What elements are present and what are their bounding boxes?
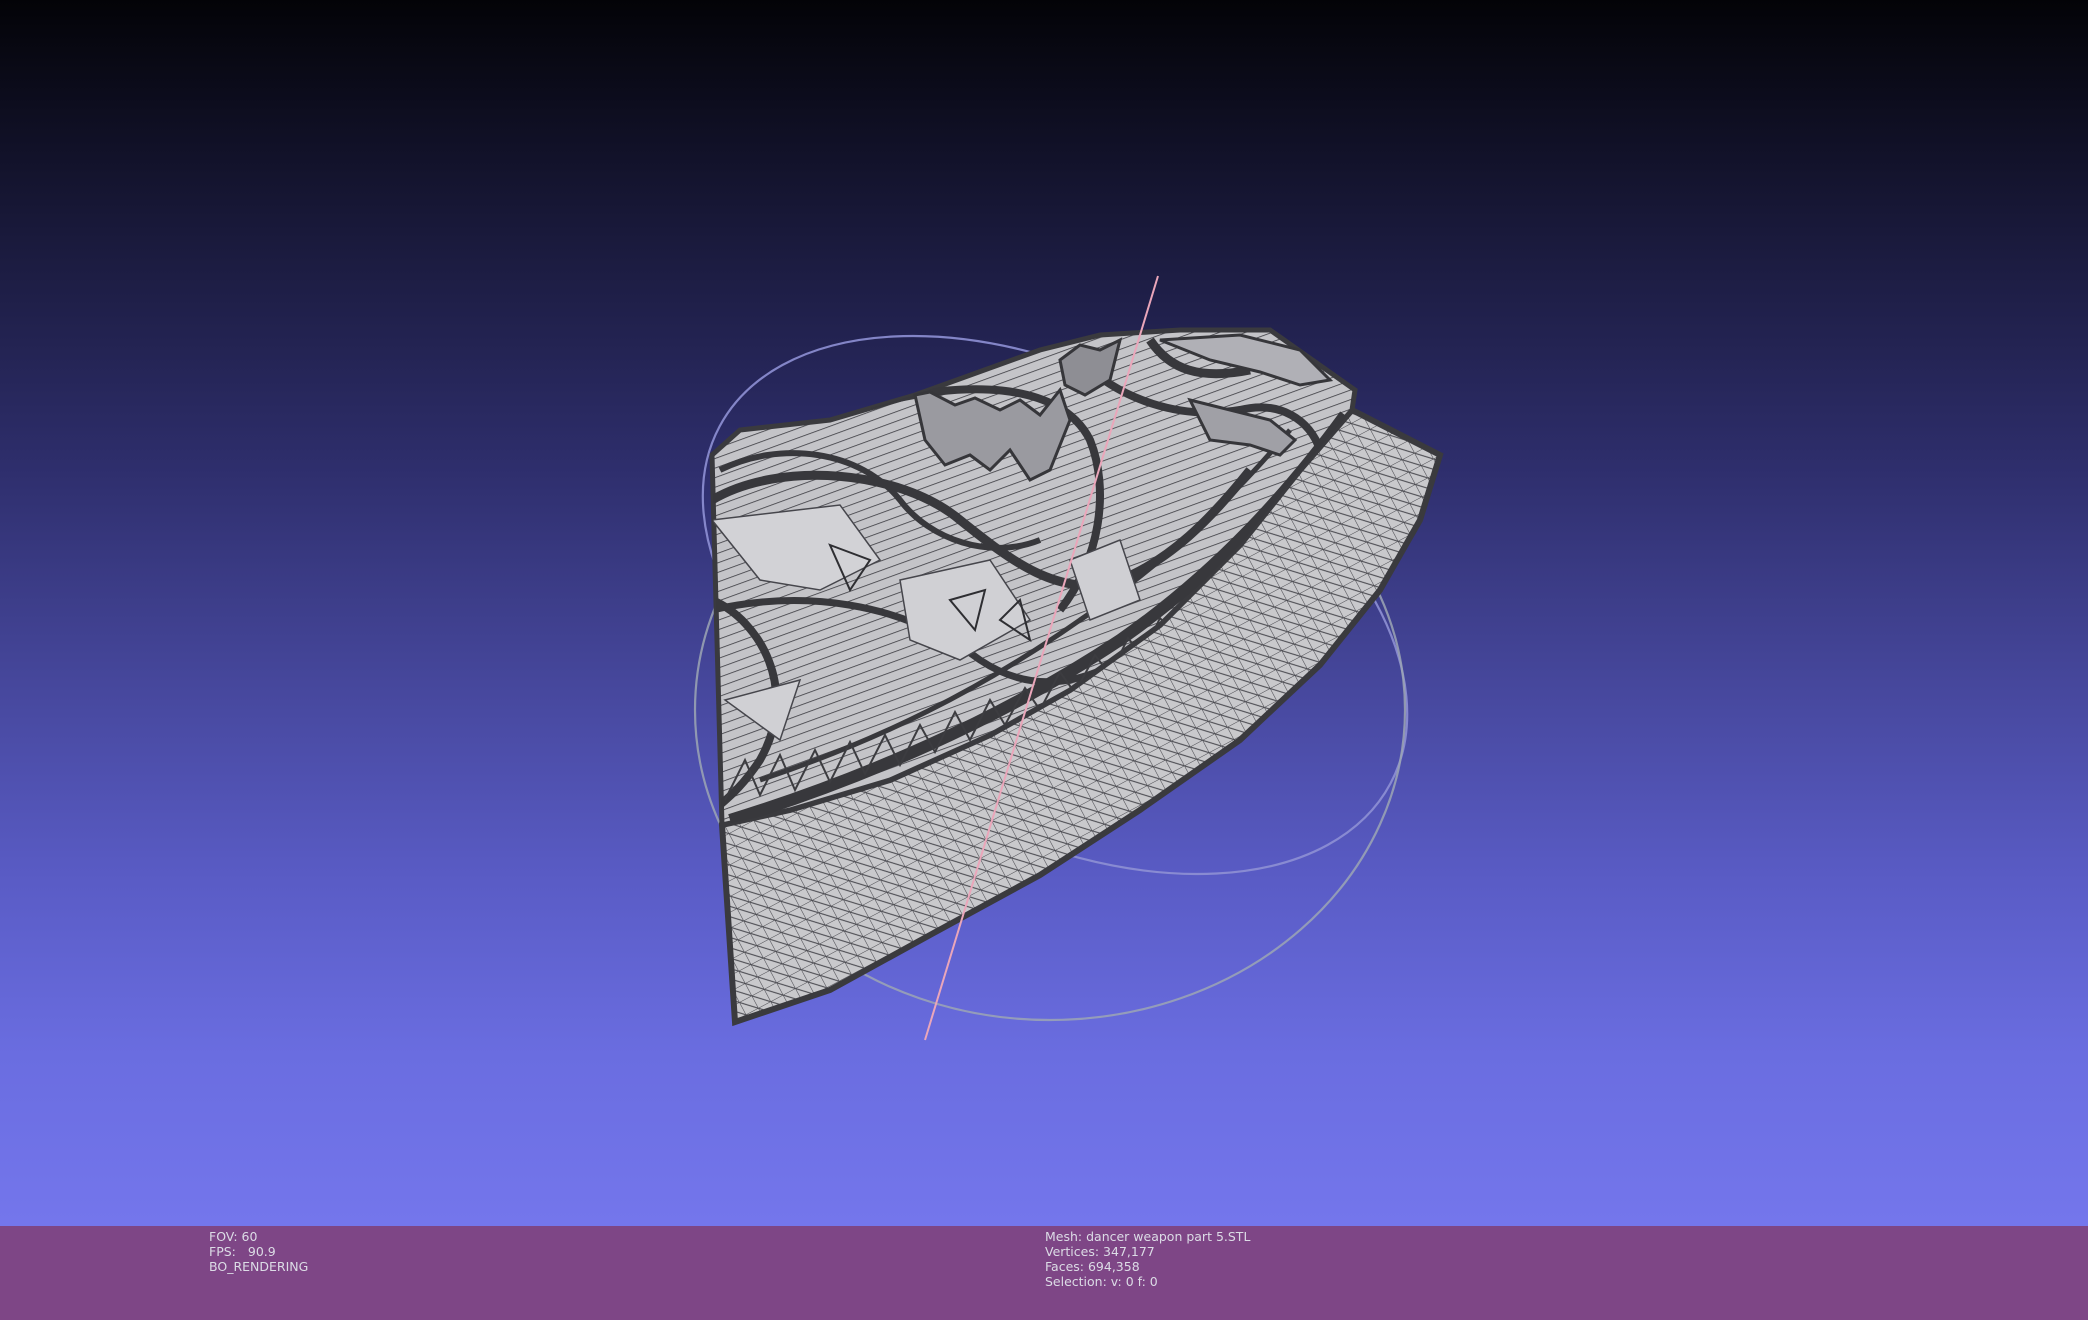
mesh-model[interactable]: [709, 327, 1444, 1027]
faces-label: Faces: 694,358: [1045, 1259, 1140, 1274]
render-info: FOV: 60 FPS: 90.9 BO_RENDERING: [209, 1229, 308, 1274]
fps-label: FPS:: [209, 1244, 236, 1259]
selection-label: Selection: v: 0 f: 0: [1045, 1274, 1158, 1289]
mesh-info: Mesh: dancer weapon part 5.STL Vertices:…: [1045, 1229, 1250, 1289]
info-bar: [0, 1226, 2088, 1320]
fps-value: 90.9: [247, 1244, 276, 1259]
fov-label: FOV: 60: [209, 1229, 258, 1244]
vertices-label: Vertices: 347,177: [1045, 1244, 1155, 1259]
render-mode-label: BO_RENDERING: [209, 1259, 309, 1274]
mesh-name-label: Mesh: dancer weapon part 5.STL: [1045, 1229, 1251, 1244]
3d-viewport[interactable]: [0, 0, 2088, 1226]
mesh-render-canvas[interactable]: [0, 0, 2088, 1226]
fps-readout: FPS: 90.9: [209, 1244, 308, 1259]
